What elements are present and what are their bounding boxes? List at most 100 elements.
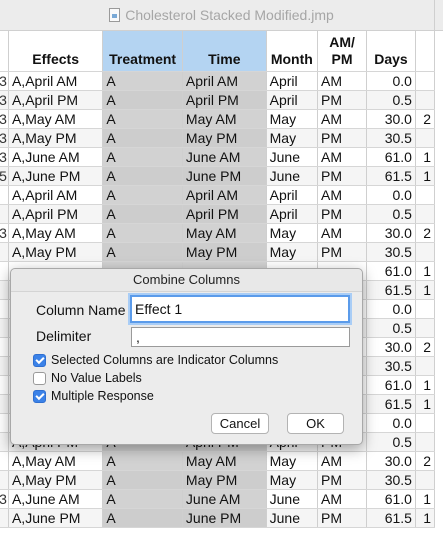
cell-time[interactable]: April PM xyxy=(182,204,267,224)
cell-month[interactable]: May xyxy=(266,470,319,490)
cell-days[interactable]: 0.0 xyxy=(366,413,416,433)
delimiter-input[interactable] xyxy=(131,327,350,347)
cell-month[interactable]: May xyxy=(266,451,319,471)
cell-effects[interactable]: A,May PM xyxy=(8,128,104,148)
column-header-effects[interactable]: Effects xyxy=(8,31,104,72)
cell-treatment[interactable]: A xyxy=(102,470,183,490)
cell-treatment[interactable]: A xyxy=(102,90,183,110)
cell-ampm[interactable]: PM xyxy=(317,128,368,148)
option-indicator-columns[interactable]: Selected Columns are Indicator Columns xyxy=(33,353,278,367)
cell-extra[interactable]: 2 xyxy=(415,109,436,129)
cell-month[interactable]: May xyxy=(266,242,319,262)
cell-effects[interactable]: A,May AM xyxy=(8,451,104,471)
cell-ampm[interactable]: PM xyxy=(317,90,368,110)
cell-treatment[interactable]: A xyxy=(102,242,183,262)
column-header-ampm[interactable]: AM/ PM xyxy=(317,31,368,72)
cell-extra[interactable] xyxy=(415,185,436,205)
cell-extra[interactable] xyxy=(415,470,436,490)
cell-month[interactable]: June xyxy=(266,508,319,528)
cell-treatment[interactable]: A xyxy=(102,185,183,205)
cell-extra[interactable]: 1 xyxy=(415,261,436,281)
table-row[interactable]: A,May AM A May AM May AM 30.0 2 xyxy=(0,451,436,471)
cell-month[interactable]: April xyxy=(266,204,319,224)
cell-treatment[interactable]: A xyxy=(102,128,183,148)
cell-extra[interactable]: 1 xyxy=(415,508,436,528)
cell-days[interactable]: 61.0 xyxy=(366,147,416,167)
cell-extra[interactable]: 1 xyxy=(415,280,436,300)
cell-extra[interactable]: 1 xyxy=(415,489,436,509)
cell-days[interactable]: 0.0 xyxy=(366,299,416,319)
cell-time[interactable]: April PM xyxy=(182,90,267,110)
cell-month[interactable]: June xyxy=(266,147,319,167)
cell-days[interactable]: 0.5 xyxy=(366,432,416,452)
table-row[interactable]: 3A,June AMAJune AMJuneAM61.01 xyxy=(0,147,436,167)
cell-days[interactable]: 0.5 xyxy=(366,90,416,110)
cell-ampm[interactable]: PM xyxy=(317,166,368,186)
cell-days[interactable]: 30.5 xyxy=(366,470,416,490)
cell-time[interactable]: May PM xyxy=(182,470,267,490)
cell-extra[interactable]: 2 xyxy=(415,223,436,243)
cell-ampm[interactable]: AM xyxy=(317,223,368,243)
cell-extra[interactable] xyxy=(415,128,436,148)
cell-ampm[interactable]: PM xyxy=(317,204,368,224)
cell-time[interactable]: May AM xyxy=(182,109,267,129)
cell-time[interactable]: May AM xyxy=(182,223,267,243)
cell-treatment[interactable]: A xyxy=(102,508,183,528)
cell-effects[interactable]: A,May PM xyxy=(8,242,104,262)
option-no-value-labels[interactable]: No Value Labels xyxy=(33,371,142,385)
cell-time[interactable]: June AM xyxy=(182,489,267,509)
cell-treatment[interactable]: A xyxy=(102,204,183,224)
cell-treatment[interactable]: A xyxy=(102,147,183,167)
cell-days[interactable]: 0.0 xyxy=(366,71,416,91)
cell-ampm[interactable]: AM xyxy=(317,489,368,509)
cell-extra[interactable]: 1 xyxy=(415,166,436,186)
cell-effects[interactable]: A,June AM xyxy=(8,147,104,167)
cell-month[interactable]: May xyxy=(266,223,319,243)
column-header-time[interactable]: Time xyxy=(182,31,267,72)
cell-extra[interactable] xyxy=(415,356,436,376)
cell-month[interactable]: April xyxy=(266,71,319,91)
column-header-extra[interactable] xyxy=(415,31,436,72)
cell-ampm[interactable]: AM xyxy=(317,71,368,91)
option-multiple-response[interactable]: Multiple Response xyxy=(33,389,154,403)
cell-time[interactable]: June AM xyxy=(182,147,267,167)
cell-month[interactable]: April xyxy=(266,90,319,110)
table-row[interactable]: 5A,June PMAJune PMJunePM61.51 xyxy=(0,166,436,186)
cancel-button[interactable]: Cancel xyxy=(211,413,269,434)
cell-month[interactable]: May xyxy=(266,128,319,148)
cell-effects[interactable]: A,April PM xyxy=(8,90,104,110)
cell-days[interactable]: 61.5 xyxy=(366,394,416,414)
cell-treatment[interactable]: A xyxy=(102,451,183,471)
cell-ampm[interactable]: AM xyxy=(317,451,368,471)
cell-days[interactable]: 0.5 xyxy=(366,318,416,338)
cell-month[interactable]: May xyxy=(266,109,319,129)
cell-extra[interactable]: 1 xyxy=(415,394,436,414)
column-header-month[interactable]: Month xyxy=(266,31,319,72)
table-row[interactable]: A,May PM A May PM May PM 30.5 xyxy=(0,470,436,490)
cell-effects[interactable]: A,June PM xyxy=(8,166,104,186)
multiple-response-checkbox[interactable] xyxy=(33,389,46,403)
cell-effects[interactable]: A,May AM xyxy=(8,109,104,129)
cell-ampm[interactable]: AM xyxy=(317,109,368,129)
table-row[interactable]: 3A,April AMAApril AMAprilAM0.0 xyxy=(0,71,436,91)
cell-time[interactable]: April AM xyxy=(182,71,267,91)
cell-days[interactable]: 61.5 xyxy=(366,280,416,300)
cell-days[interactable]: 30.0 xyxy=(366,337,416,357)
cell-extra[interactable] xyxy=(415,413,436,433)
cell-days[interactable]: 61.0 xyxy=(366,489,416,509)
cell-effects[interactable]: A,April AM xyxy=(8,71,104,91)
table-row[interactable]: 3A,May AMAMay AMMayAM30.02 xyxy=(0,223,436,243)
cell-ampm[interactable]: PM xyxy=(317,470,368,490)
cell-extra[interactable]: 1 xyxy=(415,375,436,395)
cell-extra[interactable] xyxy=(415,90,436,110)
table-row[interactable]: 3A,May AMAMay AMMayAM30.02 xyxy=(0,109,436,129)
cell-days[interactable]: 61.5 xyxy=(366,508,416,528)
column-header-days[interactable]: Days xyxy=(366,31,416,72)
cell-extra[interactable]: 1 xyxy=(415,147,436,167)
cell-extra[interactable] xyxy=(415,318,436,338)
cell-treatment[interactable]: A xyxy=(102,166,183,186)
cell-time[interactable]: April AM xyxy=(182,185,267,205)
cell-time[interactable]: May AM xyxy=(182,451,267,471)
cell-month[interactable]: April xyxy=(266,185,319,205)
cell-days[interactable]: 0.5 xyxy=(366,204,416,224)
